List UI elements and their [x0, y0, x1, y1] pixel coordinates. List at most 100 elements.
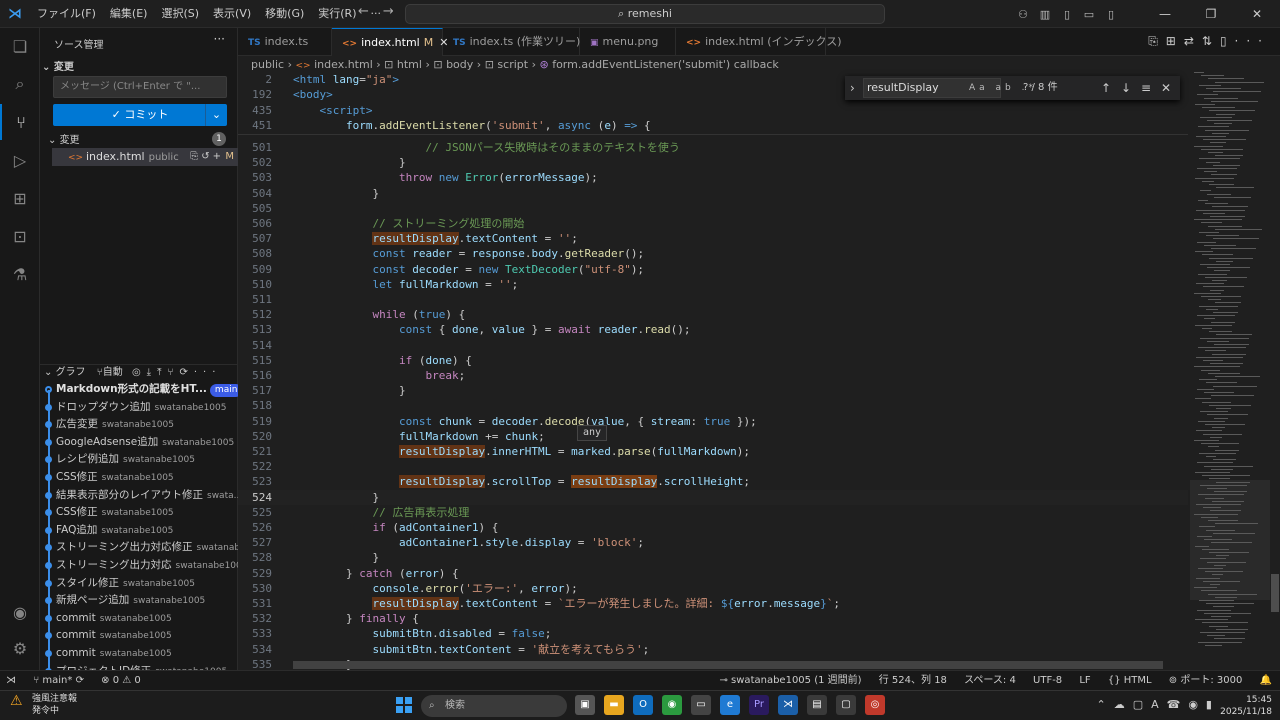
- commit-row[interactable]: GoogleAdsense追加 swatanabe1005: [40, 434, 238, 452]
- graph-toolbar-icons[interactable]: ◎⤓⤒⑂⟳···: [132, 367, 221, 378]
- code-line[interactable]: 506 // ストリーミング処理の開始: [238, 216, 1188, 231]
- code-line[interactable]: 502 }: [238, 155, 1188, 170]
- live-server-port[interactable]: ⊚ ポート: 3000: [1169, 675, 1243, 686]
- breadcrumb-item[interactable]: html: [397, 58, 422, 71]
- minimap[interactable]: [1190, 72, 1270, 670]
- previous-match-icon[interactable]: ↑: [1101, 76, 1111, 100]
- layout-icon[interactable]: ▥: [1034, 8, 1056, 21]
- code-line[interactable]: 505: [238, 201, 1188, 216]
- breadcrumb-item[interactable]: body: [446, 58, 473, 71]
- commit-row[interactable]: FAQ追加 swatanabe1005: [40, 522, 238, 540]
- commit-row[interactable]: ストリーミング出力対応修正swatanab...: [40, 539, 238, 557]
- eol-status[interactable]: LF: [1079, 675, 1090, 686]
- toggle-sidebar-icon[interactable]: ▯: [1056, 8, 1078, 21]
- menu-file[interactable]: ファイル(F): [30, 0, 103, 28]
- taskbar-search[interactable]: ⌕ 検索: [421, 695, 567, 717]
- tab-index-ts-worktree[interactable]: TS index.ts (作業ツリー): [443, 28, 580, 56]
- task-view-icon[interactable]: ▣: [575, 695, 595, 715]
- explorer-icon[interactable]: ❏: [0, 28, 40, 64]
- code-line[interactable]: 533 submitBtn.disabled = false;: [238, 626, 1188, 641]
- commit-row[interactable]: ドロップダウン追加 swatanabe1005: [40, 399, 238, 417]
- code-line[interactable]: 510 let fullMarkdown = '';: [238, 277, 1188, 292]
- app-icon[interactable]: ▭: [691, 695, 711, 715]
- commit-row[interactable]: commit swatanabe1005: [40, 610, 238, 628]
- command-center-search[interactable]: ⌕ remeshi: [405, 4, 885, 24]
- code-line[interactable]: 515 if (done) {: [238, 353, 1188, 368]
- breadcrumb-item[interactable]: public: [251, 58, 284, 71]
- tab-menu-png[interactable]: ▣ menu.png: [580, 28, 676, 56]
- close-find-icon[interactable]: ✕: [1161, 76, 1171, 100]
- code-line[interactable]: 520 fullMarkdown += chunk;: [238, 429, 1188, 444]
- code-line[interactable]: 528 }: [238, 550, 1188, 565]
- extensions-icon[interactable]: ⊞: [0, 180, 40, 216]
- remote-explorer-icon[interactable]: ⊡: [0, 218, 40, 254]
- account-icon[interactable]: ◉: [0, 594, 40, 630]
- notepad-icon[interactable]: ▤: [807, 695, 827, 715]
- forward-arrow-icon[interactable]: →: [383, 4, 394, 19]
- file-actions[interactable]: ⎘↺+: [190, 148, 224, 166]
- remote-icon[interactable]: ⋊: [6, 675, 16, 686]
- toggle-secondary-sidebar-icon[interactable]: ▯: [1100, 8, 1122, 21]
- menu-view[interactable]: 表示(V): [206, 0, 258, 28]
- code-line[interactable]: 526 if (adContainer1) {: [238, 520, 1188, 535]
- code-line[interactable]: 512 while (true) {: [238, 307, 1188, 322]
- code-line[interactable]: 529 } catch (error) {: [238, 566, 1188, 581]
- commit-row[interactable]: commit swatanabe1005: [40, 627, 238, 645]
- code-line[interactable]: 531 resultDisplay.textContent = `エラーが発生し…: [238, 596, 1188, 611]
- search-view-icon[interactable]: ⌕: [0, 66, 40, 102]
- changes-section-header[interactable]: ⌄ 変更: [42, 58, 74, 73]
- code-line[interactable]: 534 submitBtn.textContent = '献立を考えてもらう';: [238, 642, 1188, 657]
- source-control-icon[interactable]: ⑂: [0, 104, 40, 140]
- code-line[interactable]: 508 const reader = response.body.getRead…: [238, 246, 1188, 261]
- breadcrumb-item[interactable]: form.addEventListener('submit') callback: [552, 58, 779, 71]
- vertical-scrollbar[interactable]: [1270, 72, 1280, 670]
- premiere-icon[interactable]: Pr: [749, 695, 769, 715]
- code-line[interactable]: 511: [238, 292, 1188, 307]
- code-line[interactable]: 501 // JSONパース失敗時はそのままのテキストを使う: [238, 140, 1188, 155]
- editor-actions[interactable]: ⎘⊞⇄⇅▯···: [1148, 34, 1270, 49]
- copilot-icon[interactable]: ⚇: [1012, 8, 1034, 21]
- outlook-icon[interactable]: O: [633, 695, 653, 715]
- minimize-icon[interactable]: —: [1142, 7, 1188, 21]
- menu-selection[interactable]: 選択(S): [154, 0, 206, 28]
- code-line[interactable]: 521 resultDisplay.innerHTML = marked.par…: [238, 444, 1188, 459]
- tab-index-ts[interactable]: TS index.ts: [238, 28, 332, 56]
- back-arrow-icon[interactable]: ←: [358, 4, 369, 19]
- testing-icon[interactable]: ⚗: [0, 256, 40, 292]
- git-blame-status[interactable]: ⊸ swatanabe1005 (1 週間前): [719, 675, 861, 686]
- toggle-panel-icon[interactable]: ▭: [1078, 8, 1100, 21]
- code-line[interactable]: 525 // 広告再表示処理: [238, 505, 1188, 520]
- commit-row[interactable]: 広告変更 swatanabe1005: [40, 416, 238, 434]
- code-line[interactable]: 530 console.error('エラー:', error);: [238, 581, 1188, 596]
- vscode-taskbar-icon[interactable]: ⋊: [778, 695, 798, 715]
- code-line[interactable]: 522: [238, 459, 1188, 474]
- menu-edit[interactable]: 編集(E): [103, 0, 155, 28]
- breadcrumb-item[interactable]: script: [497, 58, 528, 71]
- file-explorer-icon[interactable]: ▬: [604, 695, 624, 715]
- encoding-status[interactable]: UTF-8: [1033, 675, 1062, 686]
- restore-icon[interactable]: ❐: [1188, 7, 1234, 21]
- problems-status[interactable]: ⊗ 0 ⚠ 0: [101, 675, 141, 686]
- code-line[interactable]: 514: [238, 338, 1188, 353]
- tab-index-html-index[interactable]: <> index.html (インデックス): [676, 28, 842, 56]
- close-window-icon[interactable]: ✕: [1234, 7, 1280, 21]
- indentation-status[interactable]: スペース: 4: [964, 675, 1016, 686]
- code-line[interactable]: 509 const decoder = new TextDecoder("utf…: [238, 262, 1188, 277]
- run-debug-icon[interactable]: ▷: [0, 142, 40, 178]
- system-tray[interactable]: ⌃☁▢A☎◉▮: [1097, 698, 1221, 711]
- commit-row[interactable]: commit swatanabe1005: [40, 645, 238, 663]
- commit-row[interactable]: CSS修正 swatanabe1005: [40, 469, 238, 487]
- commit-row[interactable]: Markdown形式の記載をHT... main: [40, 381, 238, 399]
- commit-row[interactable]: レシピ例追加 swatanabe1005: [40, 451, 238, 469]
- toggle-replace-chevron-icon[interactable]: ›: [850, 76, 855, 100]
- commit-row[interactable]: スタイル修正 swatanabe1005: [40, 575, 238, 593]
- code-line[interactable]: 516 break;: [238, 368, 1188, 383]
- next-match-icon[interactable]: ↓: [1121, 76, 1131, 100]
- branch-status[interactable]: ⑂ main* ⟳: [33, 675, 84, 686]
- code-line[interactable]: 523 resultDisplay.scrollTop = resultDisp…: [238, 474, 1188, 489]
- code-line[interactable]: 451 form.addEventListener('submit', asyn…: [238, 118, 1188, 134]
- graph-section-header[interactable]: ⌄ グラフ ⑂自動 ◎⤓⤒⑂⟳···: [40, 364, 238, 380]
- menu-run[interactable]: 実行(R): [311, 0, 363, 28]
- scrollbar-thumb[interactable]: [1271, 574, 1279, 612]
- commit-button[interactable]: ✓ コミット ⌄: [53, 104, 227, 126]
